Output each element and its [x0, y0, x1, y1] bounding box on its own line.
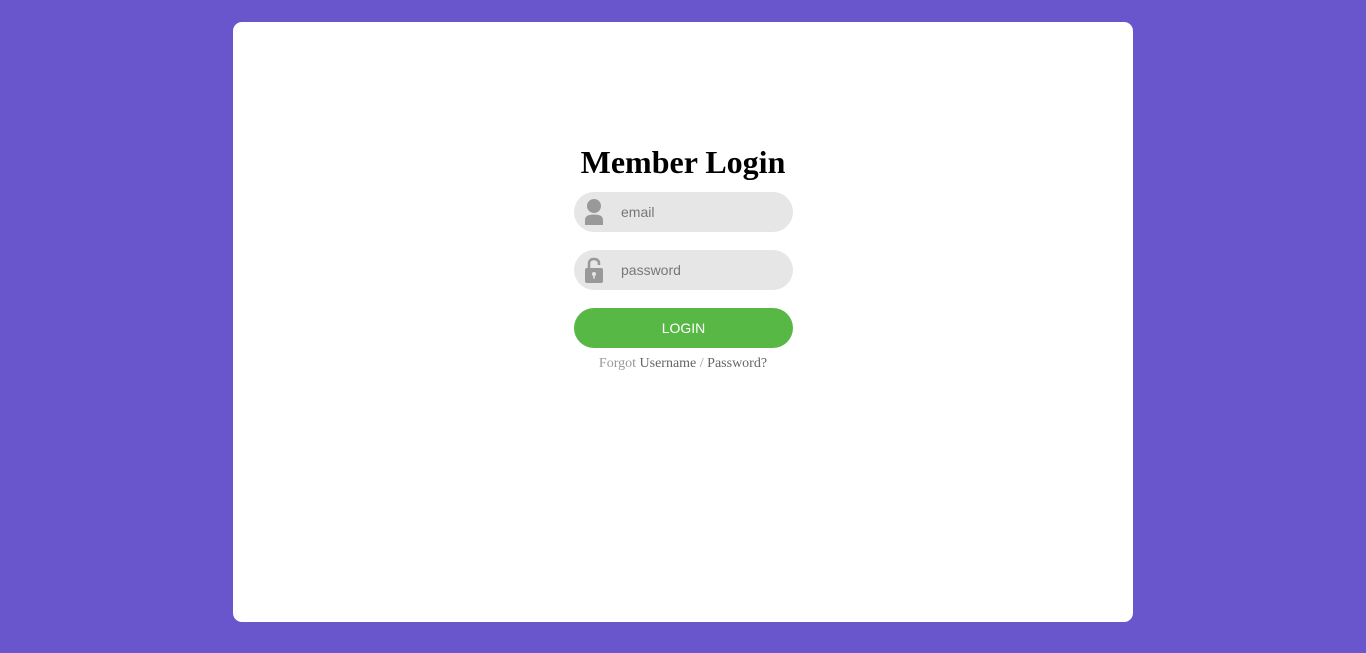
page-title: Member Login [580, 144, 786, 180]
forgot-credentials: Forgot Username / Password? [233, 354, 1133, 374]
email-field[interactable] [574, 192, 793, 232]
forgot-username-link[interactable]: Username [640, 356, 697, 371]
email-input[interactable] [621, 192, 781, 232]
password-input[interactable] [621, 250, 781, 290]
forgot-prefix: Forgot [598, 356, 637, 371]
forgot-separator: / [699, 356, 704, 371]
user-icon [584, 199, 604, 225]
login-card: Member Login LOGIN Forgot Username / Pas… [233, 22, 1133, 622]
forgot-password-link[interactable]: Password? [707, 356, 767, 371]
login-button[interactable]: LOGIN [574, 308, 793, 348]
lock-icon [584, 257, 604, 283]
password-field[interactable] [574, 250, 793, 290]
